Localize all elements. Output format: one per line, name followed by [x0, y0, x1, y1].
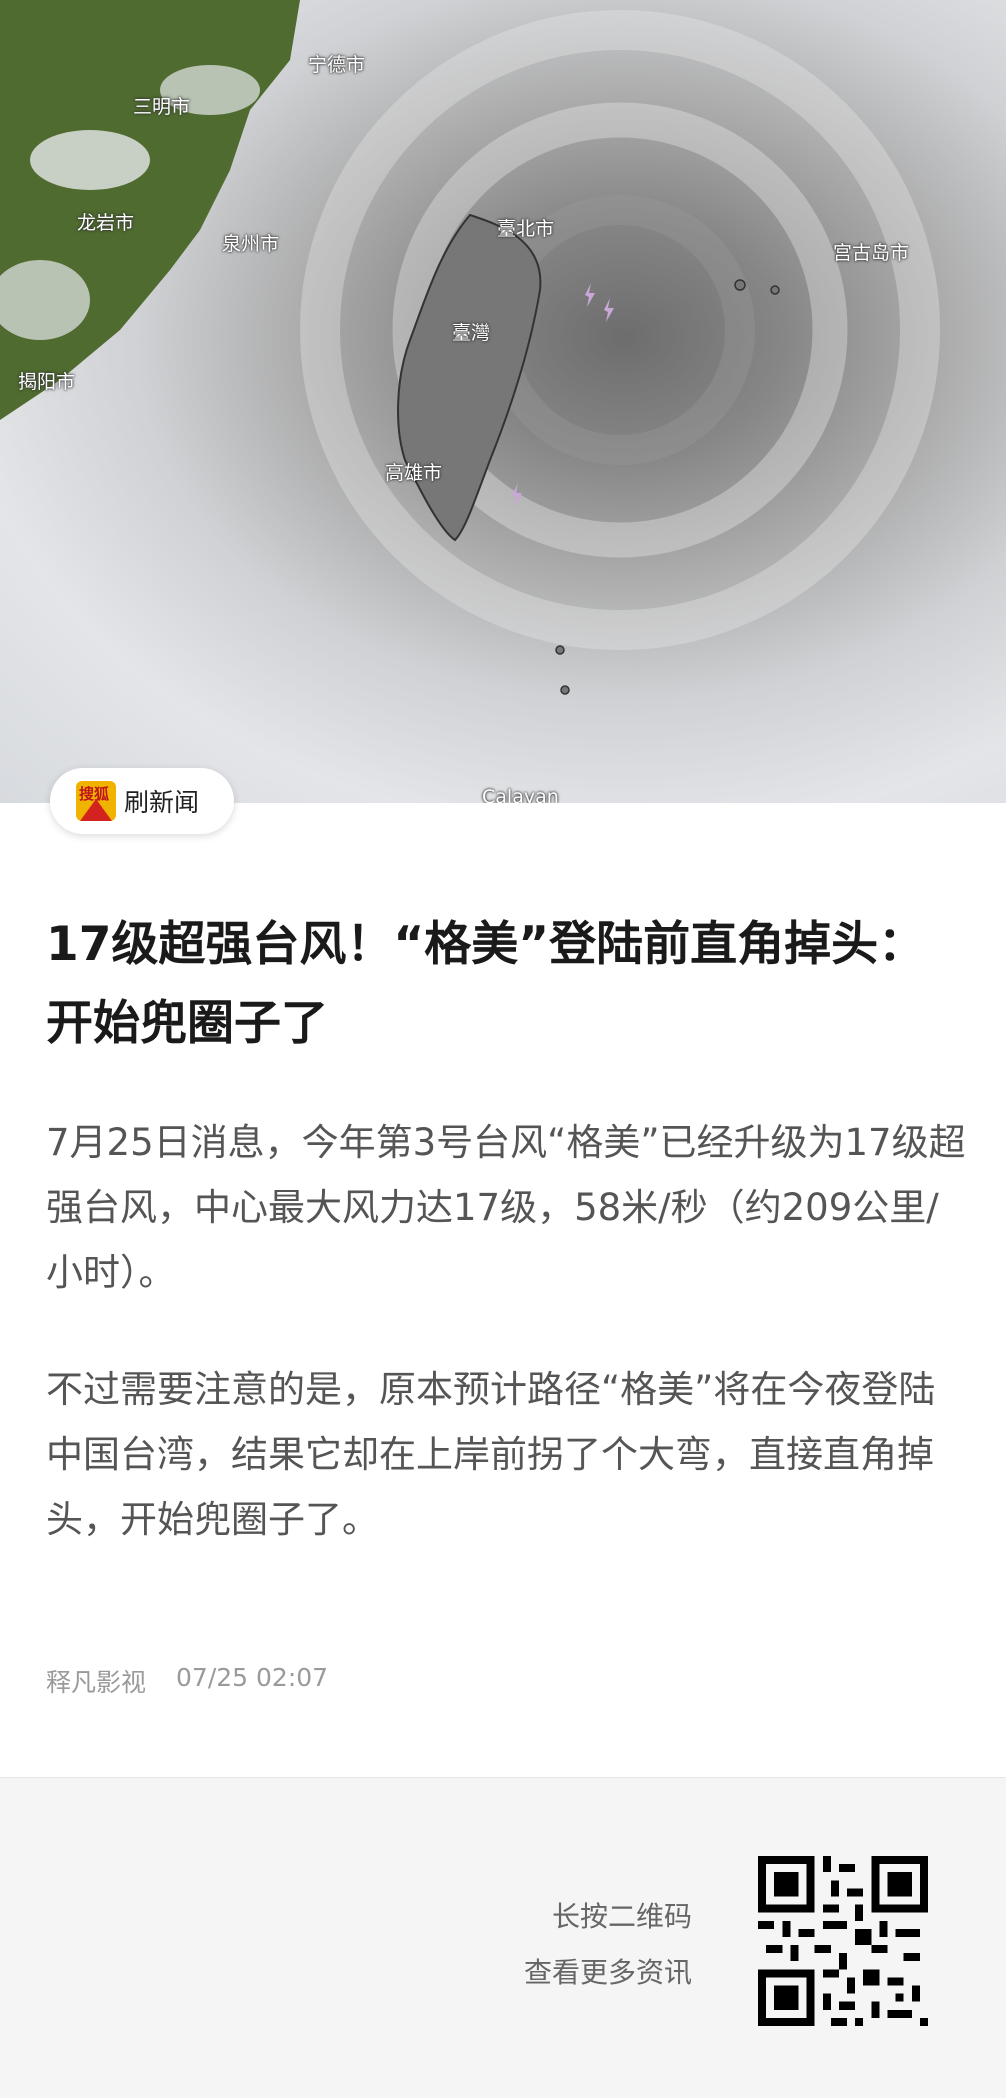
logo-shape	[80, 799, 112, 821]
sohu-logo-icon: 搜狐	[76, 781, 116, 821]
small-island	[555, 645, 565, 655]
map-label-miyako: 宫古岛市	[833, 242, 910, 264]
qr-hint-line2: 查看更多资讯	[523, 1956, 692, 1989]
typhoon-band	[485, 195, 755, 465]
badge-label: 刷新闻	[124, 788, 200, 817]
hero-satellite-image: 宁德市 三明市 龙岩市 泉州市 揭阳市 臺北市 臺灣 高雄市 宫古岛市 Cala…	[0, 0, 1006, 803]
map-label-calayan: Calayan	[482, 786, 559, 803]
map-label-gaoxiong: 高雄市	[385, 462, 443, 484]
article-paragraph: 7月25日消息，今年第3号台风“格美”已经升级为17级超强台风，中心最大风力达1…	[46, 1121, 966, 1294]
map-label-taiwan: 臺灣	[452, 322, 491, 344]
map-label-jieyang: 揭阳市	[18, 371, 76, 393]
article-meta: 释凡影视 07/25 02:07	[46, 1663, 328, 1699]
article-paragraph: 不过需要注意的是，原本预计路径“格美”将在今夜登陆中国台湾，结果它却在上岸前拐了…	[46, 1368, 936, 1541]
qr-code-icon[interactable]	[758, 1856, 928, 2026]
map-label-longyan: 龙岩市	[77, 212, 135, 234]
map-label-sanming: 三明市	[133, 96, 191, 118]
small-island	[734, 279, 746, 291]
article-source: 释凡影视	[46, 1668, 147, 1697]
qr-hint-line1: 长按二维码	[551, 1900, 692, 1933]
qr-hint: 长按二维码 查看更多资讯	[524, 1889, 692, 2001]
small-island	[560, 685, 570, 695]
lightning-marker	[604, 298, 614, 322]
map-label-ningde: 宁德市	[308, 54, 366, 76]
mainland-area	[0, 0, 300, 420]
lightning-marker	[585, 283, 595, 307]
cloud-patch	[30, 130, 150, 190]
satellite-map-graphic	[0, 0, 940, 695]
map-label-quanzhou: 泉州市	[222, 233, 280, 255]
article-time: 07/25 02:07	[176, 1663, 329, 1692]
footer-qr-section: 长按二维码 查看更多资讯	[0, 1777, 1006, 2098]
news-source-badge[interactable]: 搜狐 刷新闻	[50, 768, 234, 834]
map-label-taibei: 臺北市	[497, 218, 555, 240]
article-title: 17级超强台风！“格美”登陆前直角掉头：开始兜圈子了	[46, 917, 926, 1051]
small-island	[770, 285, 780, 295]
